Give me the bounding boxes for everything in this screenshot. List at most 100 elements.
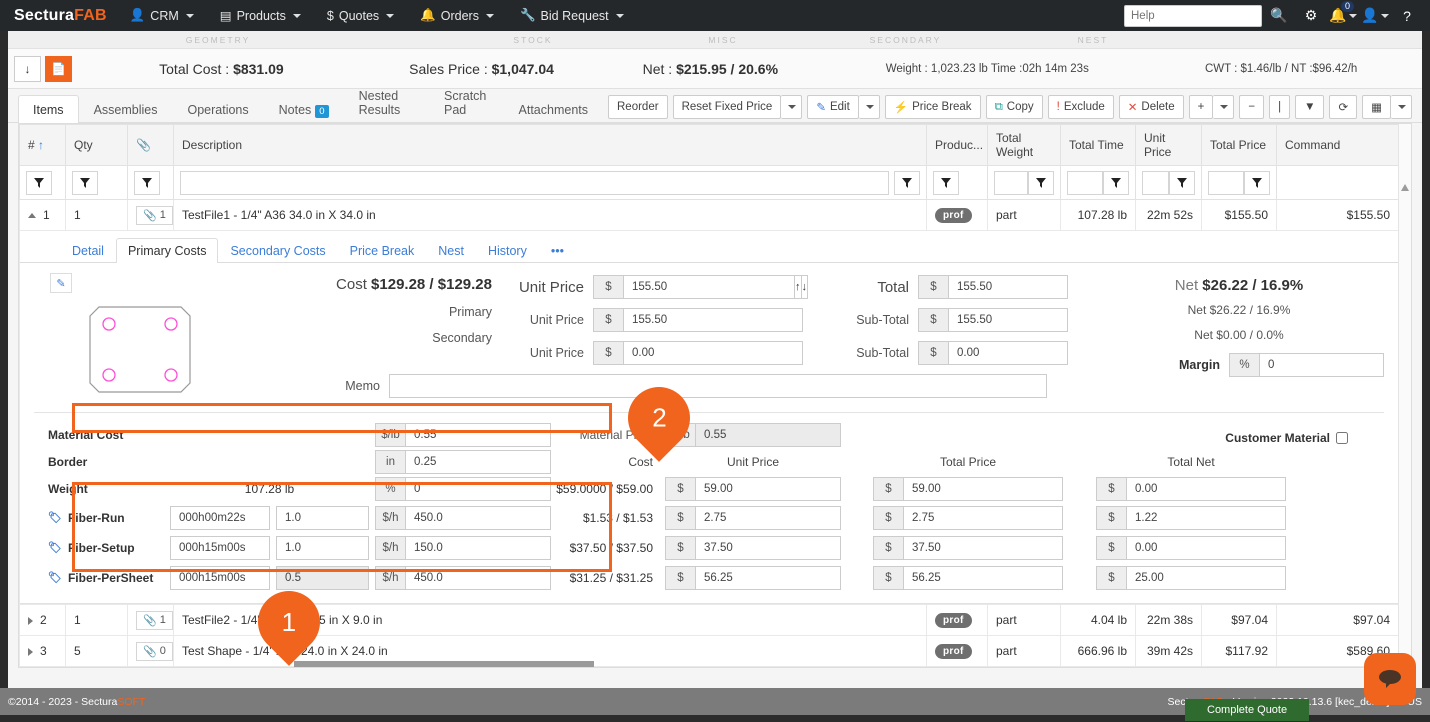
fiber-run-total-price-input[interactable] — [903, 506, 1063, 530]
fiber-setup-total-net-input[interactable] — [1126, 536, 1286, 560]
unit-price-filter-input[interactable] — [1142, 171, 1169, 195]
filter-icon[interactable] — [894, 171, 920, 195]
filter-icon[interactable] — [72, 171, 98, 195]
fiber-setup-time-input[interactable] — [170, 536, 270, 560]
column-chooser-button[interactable]: ▦ — [1362, 95, 1391, 119]
edit-dropdown[interactable] — [859, 95, 880, 119]
filter-button[interactable]: ▼ — [1295, 95, 1324, 119]
help-search-input[interactable] — [1124, 5, 1262, 27]
complete-quote-button[interactable]: Complete Quote — [1185, 699, 1309, 721]
filter-icon[interactable] — [134, 171, 160, 195]
fiber-persheet-rate-input[interactable] — [405, 566, 551, 590]
description-filter-input[interactable] — [180, 171, 889, 195]
part-preview[interactable] — [80, 297, 200, 402]
weight-unit-price-input[interactable] — [695, 477, 841, 501]
subtab-secondary-costs[interactable]: Secondary Costs — [218, 238, 337, 263]
col-header-clip[interactable]: 📎 — [128, 125, 174, 166]
tab-operations[interactable]: Operations — [172, 95, 263, 123]
nav-item-products[interactable]: ▤ Products — [207, 0, 314, 31]
weight-total-net-input[interactable] — [1126, 477, 1286, 501]
subtab-nest[interactable]: Nest — [426, 238, 476, 263]
grid-vertical-scrollbar[interactable] — [1398, 124, 1411, 667]
fiber-setup-rate-input[interactable] — [405, 536, 551, 560]
weight-filter-input[interactable] — [994, 171, 1028, 195]
fiber-persheet-total-net-input[interactable] — [1126, 566, 1286, 590]
expand-row-icon[interactable] — [28, 617, 33, 625]
unit-price-primary-input[interactable] — [623, 308, 803, 332]
attachment-count[interactable]: 📎0 — [136, 642, 173, 661]
filter-icon[interactable] — [1028, 171, 1054, 195]
tab-nested-results[interactable]: Nested Results — [344, 81, 429, 123]
fiber-setup-unit-price-input[interactable] — [695, 536, 841, 560]
gear-icon[interactable]: ⚙ — [1296, 0, 1326, 31]
reset-fixed-price-button[interactable]: Reset Fixed Price — [673, 95, 782, 119]
download-button[interactable]: ↓ — [14, 56, 41, 82]
material-price-input[interactable] — [695, 423, 841, 447]
unit-price-secondary-input[interactable] — [623, 341, 803, 365]
fiber-run-total-net-input[interactable] — [1126, 506, 1286, 530]
col-header-description[interactable]: Description — [174, 125, 927, 166]
weight-pct-input[interactable] — [405, 477, 551, 501]
fiber-setup-total-price-input[interactable] — [903, 536, 1063, 560]
tab-items[interactable]: Items — [18, 95, 79, 123]
col-header-num[interactable]: # ↑ — [20, 125, 66, 166]
fiber-persheet-qty-input[interactable] — [276, 566, 369, 590]
col-header-product[interactable]: Produc... — [927, 125, 988, 166]
tab-assemblies[interactable]: Assemblies — [79, 95, 173, 123]
app-logo[interactable]: SecturaFAB — [8, 7, 117, 25]
col-header-total-price[interactable]: Total Price — [1202, 125, 1277, 166]
table-row[interactable]: 4 5 📎0 Angle 3 X 3 X 1/4 A36 - 10.0 ft S… — [20, 667, 1411, 669]
filter-icon[interactable] — [933, 171, 959, 195]
search-icon[interactable]: 🔍 — [1264, 0, 1294, 31]
unit-price-main-input[interactable] — [623, 275, 795, 299]
col-header-qty[interactable]: Qty — [66, 125, 128, 166]
price-break-button[interactable]: ⚡Price Break — [885, 95, 981, 119]
tab-scratch-pad[interactable]: Scratch Pad — [429, 81, 504, 123]
chat-support-button[interactable] — [1364, 653, 1416, 705]
edit-button[interactable]: ✎Edit — [807, 95, 858, 119]
row-num-cell[interactable]: 2 — [20, 605, 66, 636]
notifications-bell-icon[interactable]: 0 🔔 — [1328, 0, 1358, 31]
column-chooser-dropdown[interactable] — [1391, 95, 1412, 119]
fiber-run-time-input[interactable] — [170, 506, 270, 530]
subtab-detail[interactable]: Detail — [60, 238, 116, 263]
total-input[interactable] — [948, 275, 1068, 299]
fiber-run-rate-input[interactable] — [405, 506, 551, 530]
subtotal-primary-input[interactable] — [948, 308, 1068, 332]
delete-button[interactable]: ✕Delete — [1119, 95, 1184, 119]
memo-input[interactable] — [389, 374, 1047, 398]
time-filter-input[interactable] — [1067, 171, 1103, 195]
add-dropdown[interactable] — [1213, 95, 1234, 119]
table-row[interactable]: 1 1 📎1 TestFile1 - 1/4" A36 34.0 in X 34… — [20, 200, 1411, 231]
exclude-button[interactable]: !Exclude — [1048, 95, 1114, 119]
fiber-setup-qty-input[interactable] — [276, 536, 369, 560]
attachment-count[interactable]: 📎1 — [136, 206, 173, 225]
copy-button[interactable]: ⧉Copy — [986, 95, 1043, 119]
refresh-button[interactable]: ⟳ — [1329, 95, 1357, 119]
nav-item-orders[interactable]: 🔔 Orders — [407, 0, 507, 31]
edit-geometry-icon[interactable]: ✎ — [50, 273, 72, 293]
document-button[interactable]: 📄 — [45, 56, 72, 82]
grid-horizontal-scrollbar[interactable] — [294, 661, 594, 667]
total-price-filter-input[interactable] — [1208, 171, 1244, 195]
margin-input[interactable] — [1259, 353, 1384, 377]
customer-material-checkbox[interactable] — [1336, 432, 1348, 444]
nav-item-bid-request[interactable]: 🔧 Bid Request — [507, 0, 637, 31]
col-header-total-weight[interactable]: Total Weight — [988, 125, 1061, 166]
tab-attachments[interactable]: Attachments — [504, 95, 603, 123]
filter-icon[interactable] — [26, 171, 52, 195]
row-num-cell[interactable]: 4 — [20, 667, 66, 669]
row-num-cell[interactable]: 3 — [20, 636, 66, 667]
table-row[interactable]: 2 1 📎1 TestFile2 - 1/4" A36 5.1715 in X … — [20, 605, 1411, 636]
col-header-unit-price[interactable]: Unit Price — [1136, 125, 1202, 166]
fiber-run-qty-input[interactable] — [276, 506, 369, 530]
subtotal-secondary-input[interactable] — [948, 341, 1068, 365]
tab-notes[interactable]: Notes0 — [264, 95, 344, 123]
col-header-total-time[interactable]: Total Time — [1061, 125, 1136, 166]
expand-row-icon[interactable] — [28, 648, 33, 656]
row-num-cell[interactable]: 1 — [20, 200, 66, 231]
material-cost-rate-input[interactable] — [405, 423, 551, 447]
attachment-count[interactable]: 📎1 — [136, 611, 173, 630]
subtab-primary-costs[interactable]: Primary Costs — [116, 238, 218, 263]
subtab-more[interactable]: ••• — [539, 238, 576, 263]
